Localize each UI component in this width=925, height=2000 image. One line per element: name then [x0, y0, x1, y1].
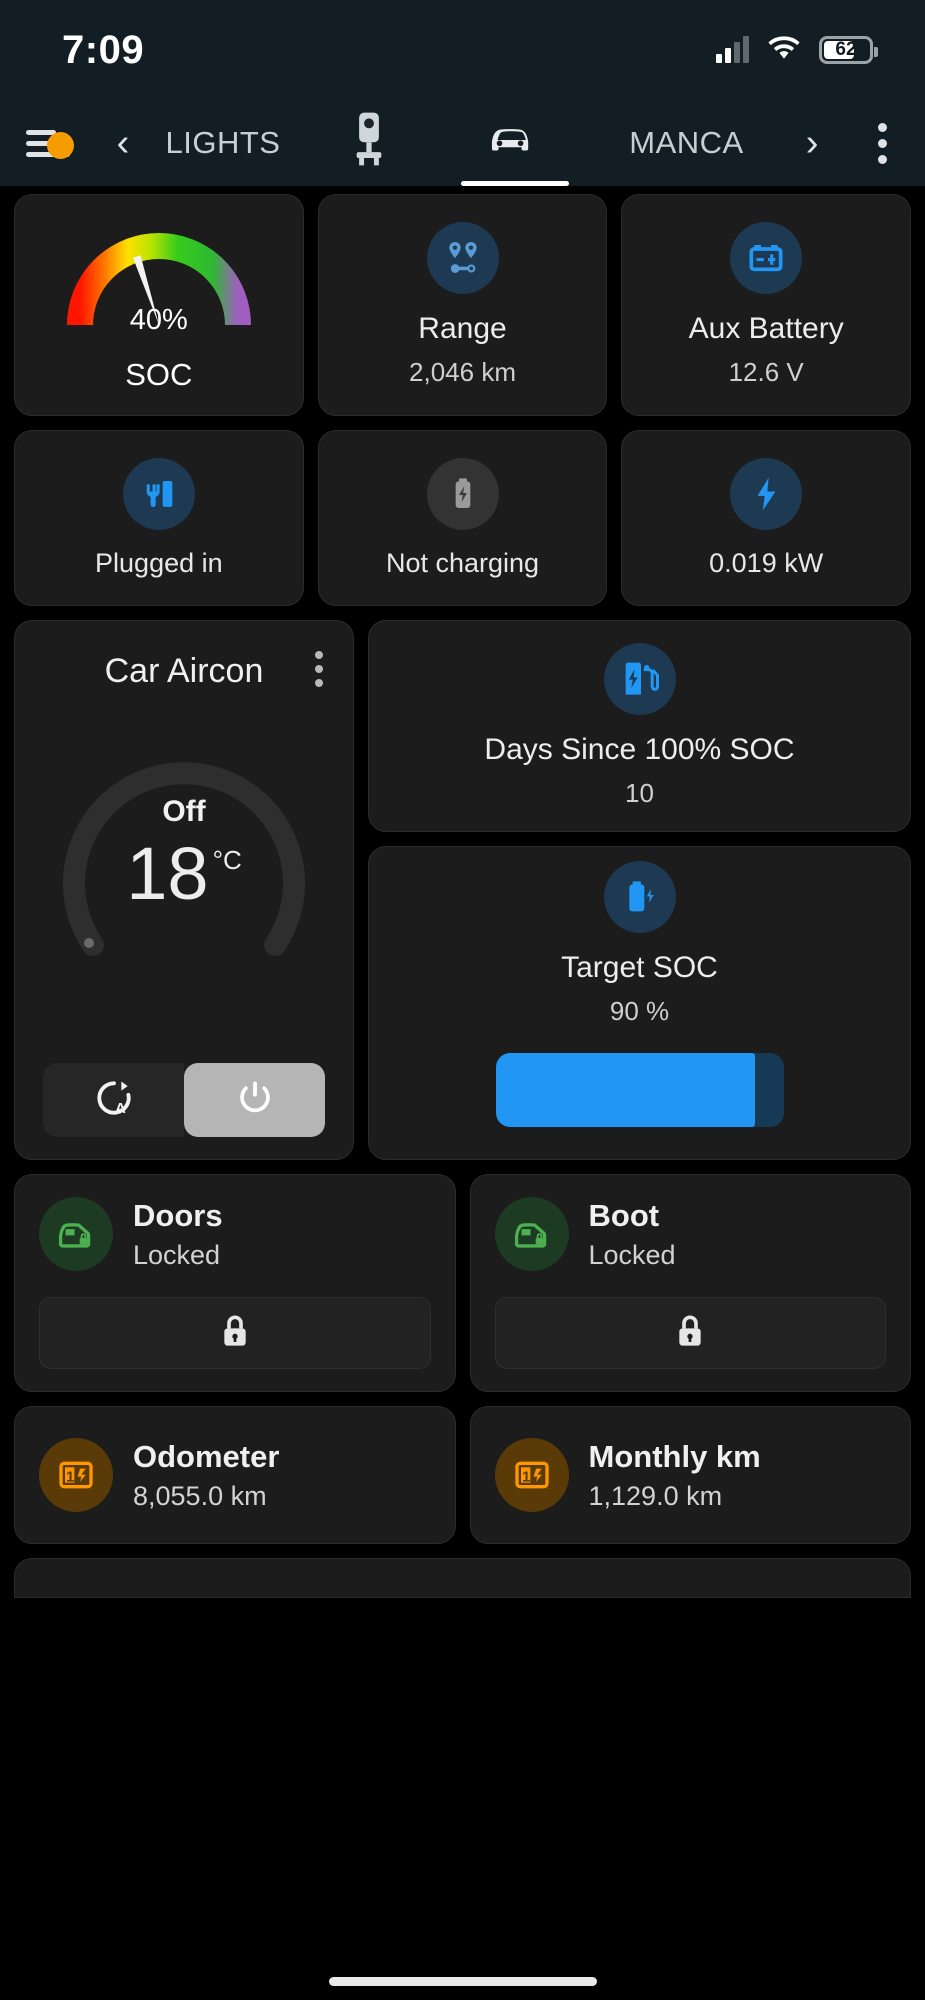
soc-gauge-card[interactable]: 40% SOC	[14, 194, 304, 416]
lightning-bolt-icon	[730, 457, 803, 530]
svg-text:A: A	[115, 1100, 126, 1117]
charge-power-label: 0.019 kW	[709, 547, 824, 578]
car-aircon-card[interactable]: Car Aircon Off 18 °C A	[14, 620, 354, 1160]
aircon-kebab-menu-icon[interactable]	[315, 651, 323, 687]
tab-lights[interactable]: LIGHTS	[150, 100, 296, 186]
plugged-in-label: Plugged in	[95, 547, 223, 578]
aux-battery-card[interactable]: Aux Battery 12.6 V	[621, 194, 912, 416]
aircon-temperature-unit: °C	[212, 844, 242, 875]
target-soc-slider-fill	[495, 1052, 755, 1127]
odometer-row: 1 Odometer 8,055.0 km 1 Monthly km 1,129…	[14, 1406, 911, 1544]
kebab-menu-icon[interactable]	[839, 122, 925, 164]
car-icon	[487, 122, 543, 164]
dashboard-content: 40% SOC Range 2,046 km Aux Battery 12.6 …	[0, 186, 925, 1598]
tab-car[interactable]	[442, 100, 588, 186]
aircon-auto-button[interactable]: A	[43, 1063, 184, 1137]
car-boot-lock-icon	[494, 1197, 569, 1271]
stats-row-2: Plugged in Not charging 0.019 kW	[14, 430, 912, 606]
aircon-header: Car Aircon	[15, 643, 353, 699]
ev-charging-station-icon	[603, 643, 676, 716]
range-value: 2,046 km	[409, 356, 516, 387]
boot-lock-state: Locked	[588, 1239, 676, 1270]
car-door-lock-icon	[39, 1197, 113, 1271]
aircon-state: Off	[162, 794, 206, 828]
next-card-peek	[14, 1558, 911, 1598]
aircon-button-group: A	[43, 1063, 325, 1137]
odometer-value: 8,055.0 km	[133, 1480, 267, 1511]
aux-battery-value: 12.6 V	[728, 356, 804, 387]
soc-label: SOC	[125, 357, 193, 392]
counter-icon: 1	[39, 1438, 113, 1512]
cellular-signal-icon	[716, 36, 749, 63]
charger-icon	[352, 111, 386, 175]
battery-charge-icon	[603, 861, 676, 934]
target-soc-value: 90 %	[609, 995, 670, 1026]
svg-text:1: 1	[522, 1469, 530, 1486]
aircon-power-button[interactable]	[184, 1063, 325, 1137]
ev-plug-icon	[122, 457, 195, 530]
boot-lock-name: Boot	[588, 1197, 660, 1233]
boot-lock-header: Boot Locked	[494, 1197, 887, 1271]
auto-mode-icon: A	[93, 1077, 135, 1124]
charge-power-card[interactable]: 0.019 kW	[621, 430, 912, 606]
boot-lock-card[interactable]: Boot Locked	[469, 1174, 911, 1392]
counter-icon: 1	[494, 1438, 569, 1512]
aircon-dial-readout: Off 18 °C	[41, 717, 327, 987]
car-battery-icon	[730, 222, 803, 295]
battery-bolt-icon	[426, 457, 499, 530]
padlock-icon	[673, 1311, 707, 1356]
hamburger-menu-icon[interactable]	[0, 124, 96, 163]
doors-lock-name: Doors	[133, 1197, 223, 1233]
charging-status-label: Not charging	[385, 547, 540, 578]
tab-mancave[interactable]: MANCA	[588, 100, 785, 186]
previous-page-arrow[interactable]: ‹	[96, 124, 150, 162]
doors-lock-header: Doors Locked	[39, 1197, 431, 1271]
range-card[interactable]: Range 2,046 km	[317, 194, 608, 416]
svg-text:1: 1	[66, 1469, 74, 1486]
notification-dot-icon	[47, 131, 74, 159]
monthly-km-name: Monthly km	[588, 1438, 761, 1474]
padlock-icon	[218, 1311, 252, 1356]
doors-lock-state: Locked	[133, 1239, 221, 1270]
soc-gauge: 40%	[64, 217, 254, 336]
soc-value: 40%	[129, 304, 188, 336]
aircon-temperature-dial[interactable]: Off 18 °C	[41, 717, 327, 987]
aircon-temperature: 18	[126, 831, 209, 915]
target-soc-title: Target SOC	[561, 951, 718, 985]
odometer-card[interactable]: 1 Odometer 8,055.0 km	[14, 1406, 456, 1544]
boot-unlock-button[interactable]	[494, 1297, 886, 1369]
days-since-value: 10	[625, 777, 654, 808]
target-soc-slider[interactable]	[495, 1052, 784, 1127]
aux-battery-title: Aux Battery	[688, 312, 844, 346]
next-page-arrow[interactable]: ›	[785, 124, 839, 162]
aircon-title: Car Aircon	[104, 651, 264, 690]
days-since-title: Days Since 100% SOC	[484, 733, 795, 767]
wifi-icon	[767, 35, 801, 66]
status-bar-indicators: 62	[716, 35, 878, 66]
status-bar-clock: 7:09	[62, 27, 145, 72]
charging-status-card[interactable]: Not charging	[317, 430, 608, 606]
battery-percent-label: 62	[835, 39, 857, 60]
range-title: Range	[418, 312, 507, 346]
monthly-km-value: 1,129.0 km	[588, 1480, 723, 1511]
power-icon	[234, 1077, 276, 1124]
stats-row-1: 40% SOC Range 2,046 km Aux Battery 12.6 …	[14, 194, 912, 416]
days-since-full-soc-card[interactable]: Days Since 100% SOC 10	[368, 620, 911, 832]
charging-info-column: Days Since 100% SOC 10 Target SOC 90 %	[368, 620, 911, 1160]
aircon-section: Car Aircon Off 18 °C A Days Since 100% S…	[14, 620, 911, 1160]
plugged-in-card[interactable]: Plugged in	[14, 430, 304, 606]
tab-charger[interactable]	[296, 100, 442, 186]
doors-lock-card[interactable]: Doors Locked	[14, 1174, 456, 1392]
battery-icon: 62	[819, 36, 878, 64]
odometer-name: Odometer	[133, 1438, 280, 1474]
doors-unlock-button[interactable]	[39, 1297, 431, 1369]
target-soc-card[interactable]: Target SOC 90 %	[368, 846, 911, 1160]
monthly-km-card[interactable]: 1 Monthly km 1,129.0 km	[469, 1406, 911, 1544]
home-indicator	[328, 1977, 597, 1986]
app-toolbar: ‹ LIGHTS MANCA ›	[0, 100, 925, 186]
route-pins-icon	[426, 222, 499, 295]
lock-row: Doors Locked Boot Locked	[14, 1174, 911, 1392]
status-bar: 7:09 62	[0, 0, 925, 100]
